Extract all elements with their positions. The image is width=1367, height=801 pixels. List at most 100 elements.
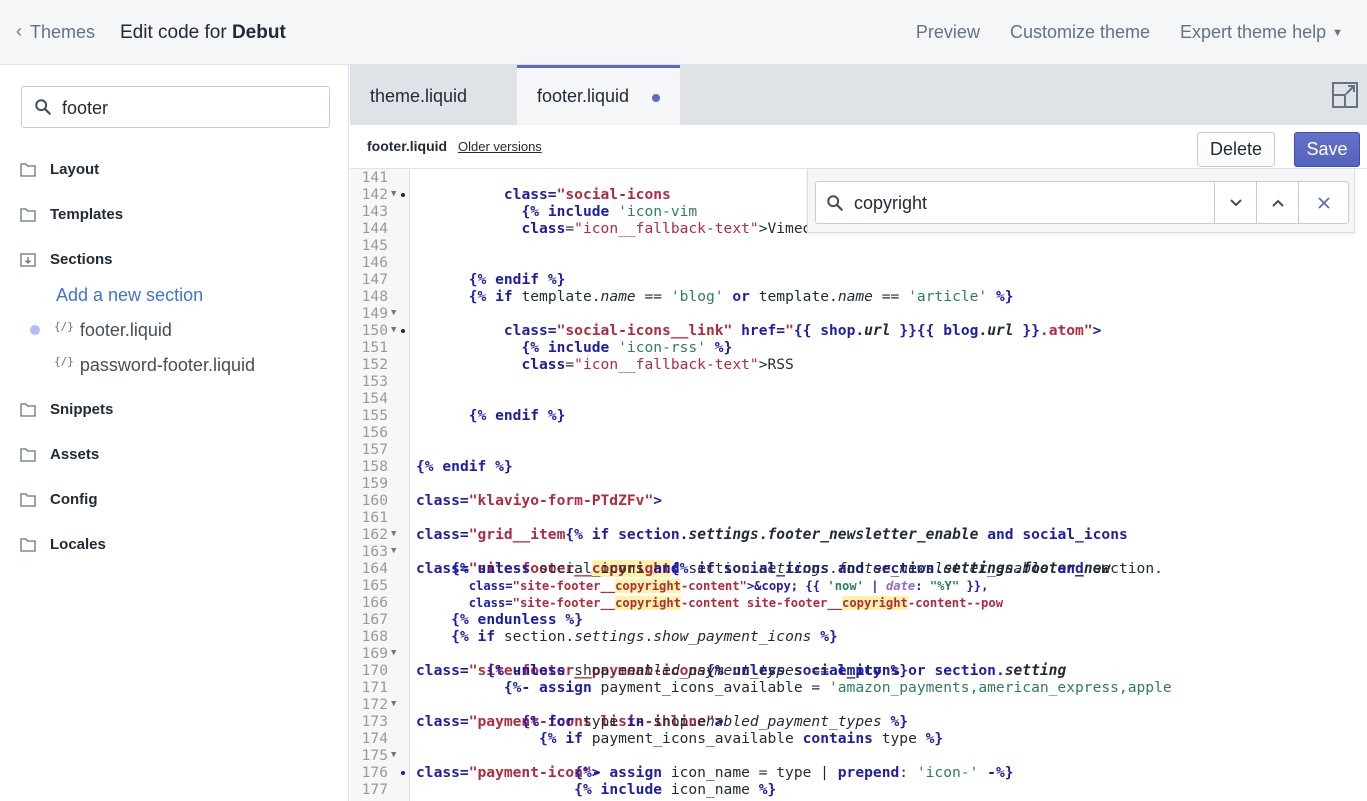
line-number: 149 <box>361 305 388 322</box>
code-line[interactable]: 171 {%- assign payment_icons_available =… <box>350 679 1367 696</box>
code-line[interactable]: 173 {% for type in shop.enabled_payment_… <box>350 713 1367 730</box>
tab-label: footer.liquid <box>537 86 630 106</box>
code-line[interactable]: 149 ▼ <box>350 305 1367 322</box>
code-text: {%- assign payment_icons_available = 'am… <box>503 679 1172 696</box>
find-next-button[interactable] <box>1214 182 1256 223</box>
customize-theme-link[interactable]: Customize theme <box>1010 22 1150 43</box>
fold-arrow-icon[interactable]: ▼ <box>391 696 396 713</box>
search-icon <box>35 99 51 115</box>
folder-sections[interactable]: Sections <box>20 251 113 268</box>
fold-arrow-icon[interactable]: ▼ <box>391 186 396 203</box>
code-line[interactable]: 150 ▼ class="social-icons__link" href="{{… <box>350 322 1367 339</box>
fold-arrow-icon[interactable]: ▼ <box>391 543 396 560</box>
code-line[interactable]: 151 {% include 'icon-rss' %} <box>350 339 1367 356</box>
code-line[interactable]: 163 ▼ class="site-footer__copyright{% if … <box>350 543 1367 577</box>
line-number: 169 <box>361 645 388 662</box>
save-button[interactable]: Save <box>1294 132 1360 167</box>
code-text: {% unless social_icons and section.setti… <box>451 560 1163 577</box>
code-line[interactable]: 175▼ class="payment-icon"> <box>350 747 1367 781</box>
fold-arrow-icon[interactable]: ▼ <box>391 322 396 339</box>
line-number: 162 <box>361 526 388 543</box>
line-number: 141 <box>361 169 388 186</box>
code-line[interactable]: 169 ▼ class="site-footer__payment-icons{%… <box>350 645 1367 679</box>
code-line[interactable]: 177 {% include icon_name %} <box>350 781 1367 798</box>
line-number: 173 <box>361 713 388 730</box>
code-line[interactable]: 168 {% if section.settings.show_payment_… <box>350 628 1367 645</box>
code-line[interactable]: 172 ▼ class="payment-icons list--inline"> <box>350 696 1367 730</box>
code-line[interactable]: 148 {% if template.name == 'blog' or tem… <box>350 288 1367 305</box>
code-line[interactable]: 159 <box>350 475 1367 492</box>
line-number: 171 <box>361 679 388 696</box>
code-line[interactable]: 165 class="site-footer__copyright-conten… <box>350 577 1367 594</box>
folder-locales[interactable]: Locales <box>20 536 106 553</box>
line-number: 163 <box>361 543 388 560</box>
code-text: class="social-icons__link" href="{{ shop… <box>503 322 1102 339</box>
file-footer-liquid[interactable]: {/} footer.liquid <box>54 320 172 341</box>
code-line[interactable]: 162 ▼ class="grid__item{% if section.setti… <box>350 526 1367 543</box>
fold-arrow-icon[interactable]: ▼ <box>391 305 396 322</box>
folder-config[interactable]: Config <box>20 491 97 508</box>
code-text: class="social-icons <box>503 186 671 203</box>
code-text: {% if section.settings.show_payment_icon… <box>451 628 838 645</box>
folder-templates[interactable]: Templates <box>20 206 123 223</box>
code-line[interactable]: 146 <box>350 254 1367 271</box>
fold-arrow-icon[interactable]: ▼ <box>391 747 396 764</box>
fold-arrow-icon[interactable]: ▼ <box>391 645 396 662</box>
delete-button[interactable]: Delete <box>1197 132 1275 167</box>
code-line[interactable]: 154 <box>350 390 1367 407</box>
file-search[interactable] <box>21 86 330 128</box>
tab-theme-liquid[interactable]: theme.liquid <box>350 65 517 125</box>
code-line[interactable]: 167 {% endunless %} <box>350 611 1367 628</box>
file-header: footer.liquid Older versions Delete Save <box>350 125 1367 169</box>
file-password-footer-liquid[interactable]: {/} password-footer.liquid <box>54 355 255 376</box>
expand-icon[interactable] <box>1331 81 1359 109</box>
code-line[interactable]: 164 {% unless social_icons and section.s… <box>350 560 1367 577</box>
code-line[interactable]: 155 {% endif %} <box>350 407 1367 424</box>
line-number: 164 <box>361 560 388 577</box>
line-number: 170 <box>361 662 388 679</box>
code-line[interactable]: 157 <box>350 441 1367 458</box>
top-links: Preview Customize theme Expert theme hel… <box>916 22 1343 43</box>
chevron-down-icon <box>1229 198 1242 206</box>
file-search-input[interactable] <box>62 95 312 121</box>
back-to-themes-link[interactable]: ‹ Themes <box>16 21 95 43</box>
close-find-button[interactable] <box>1298 182 1348 223</box>
older-versions-link[interactable]: Older versions <box>458 139 542 154</box>
tab-footer-liquid[interactable]: footer.liquid <box>517 65 680 125</box>
code-line[interactable]: 166 class="site-footer__copyright-conten… <box>350 594 1367 611</box>
find-previous-button[interactable] <box>1256 182 1298 223</box>
line-number: 166 <box>361 594 388 611</box>
code-text: {% unless shop.enabled_payment_types == … <box>486 662 909 679</box>
code-editor[interactable]: 141 142▼ class="social-icons143 {% inclu… <box>350 169 1367 801</box>
code-line[interactable]: 145 <box>350 237 1367 254</box>
line-number: 160 <box>361 492 388 509</box>
line-number: 161 <box>361 509 388 526</box>
code-line[interactable]: 160 class="klaviyo-form-PTdZFv"> <box>350 492 1367 509</box>
expert-help-dropdown[interactable]: Expert theme help ▼ <box>1180 22 1343 43</box>
folder-layout[interactable]: Layout <box>20 161 99 178</box>
folder-assets[interactable]: Assets <box>20 446 99 463</box>
code-line[interactable]: 170 {% unless shop.enabled_payment_types… <box>350 662 1367 679</box>
folder-snippets[interactable]: Snippets <box>20 401 113 418</box>
add-section-link[interactable]: Add a new section <box>56 285 203 306</box>
line-number: 144 <box>361 220 388 237</box>
line-number: 143 <box>361 203 388 220</box>
code-line[interactable]: 152 class="icon__fallback-text">RSS <box>350 356 1367 373</box>
code-line[interactable]: 176 {%- assign icon_name = type | prepen… <box>350 764 1367 781</box>
code-line[interactable]: 147 {% endif %} <box>350 271 1367 288</box>
fold-arrow-icon[interactable]: ▼ <box>391 526 396 543</box>
line-number: 168 <box>361 628 388 645</box>
line-number: 146 <box>361 254 388 271</box>
code-text: class="klaviyo-form-PTdZFv"> <box>416 492 663 509</box>
code-line[interactable]: 156 <box>350 424 1367 441</box>
code-text: class="site-footer__copyright-content">&… <box>468 579 989 593</box>
find-input[interactable] <box>854 191 1194 215</box>
line-number: 142 <box>361 186 388 203</box>
code-line[interactable]: 153 <box>350 373 1367 390</box>
code-line[interactable]: 158 {% endif %} <box>350 458 1367 475</box>
preview-link[interactable]: Preview <box>916 22 980 43</box>
top-bar: ‹ Themes Edit code for Debut Preview Cus… <box>0 0 1367 65</box>
code-line[interactable]: 174 {% if payment_icons_available contai… <box>350 730 1367 747</box>
code-line[interactable]: 161 <box>350 509 1367 526</box>
